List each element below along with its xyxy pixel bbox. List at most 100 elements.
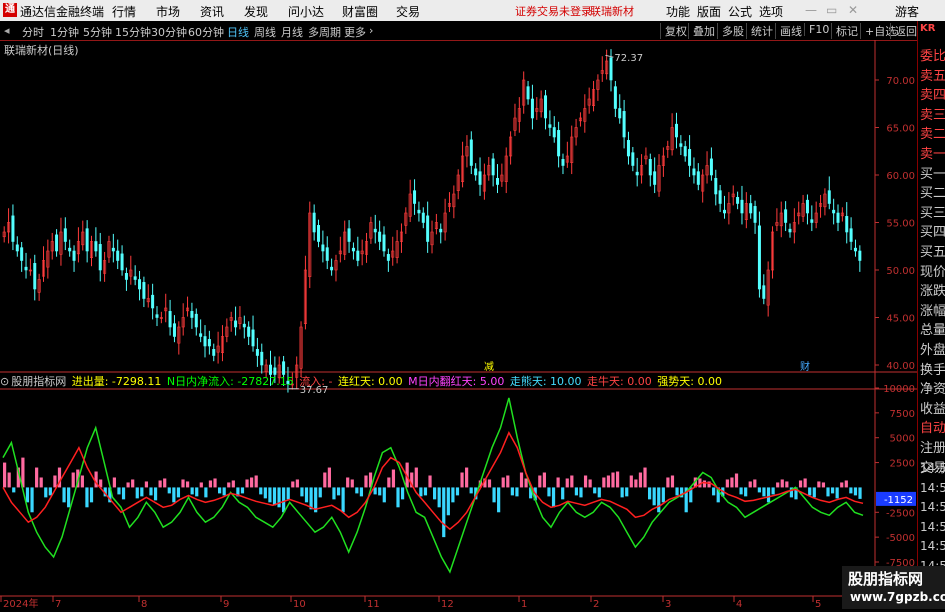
panel-item[interactable]: 自动 <box>920 417 945 436</box>
menu-banmian[interactable]: 版面 <box>697 3 721 20</box>
flow-bar <box>455 487 460 496</box>
period-multi[interactable]: 多周期 <box>308 24 341 40</box>
restore-icon[interactable]: ▭ <box>826 3 837 17</box>
panel-item[interactable]: 现价 <box>920 261 945 280</box>
flow-bar <box>204 487 208 498</box>
panel-item[interactable]: 注册 <box>920 437 945 456</box>
panel-item[interactable]: 换手 <box>920 359 945 378</box>
panel-item[interactable]: 涨跌 <box>920 280 945 299</box>
menu-xuanxiang[interactable]: 选项 <box>759 3 783 20</box>
period-1min[interactable]: 1分钟 <box>50 24 79 40</box>
flow-bar <box>400 487 405 500</box>
panel-item[interactable]: 卖三 <box>920 104 945 123</box>
panel-item[interactable]: 涨幅 <box>920 300 945 319</box>
flow-bar <box>414 467 418 488</box>
menu-faxian[interactable]: 发现 <box>244 3 268 20</box>
candle-body <box>526 86 530 100</box>
candle-body <box>85 228 89 252</box>
panel-item[interactable]: 买二 <box>920 182 945 201</box>
flow-bar <box>240 487 245 494</box>
flow-bar <box>487 479 492 488</box>
btn-back[interactable]: 返回 <box>890 23 917 39</box>
event-marker-jian[interactable]: 减 <box>484 361 494 373</box>
flow-bar <box>53 475 57 488</box>
chevron-right-icon[interactable]: › <box>369 24 373 37</box>
candle-body <box>557 130 561 157</box>
panel-item[interactable]: 委比 <box>920 45 945 64</box>
indicator-name[interactable]: 股朋指标网 <box>11 375 66 388</box>
btn-duogu[interactable]: 多股 <box>717 23 744 39</box>
candle-body <box>194 313 198 328</box>
flow-bar <box>780 479 784 488</box>
menu-caifuquan[interactable]: 财富圈 <box>342 3 378 20</box>
panel-item: 14:56 <box>920 519 945 534</box>
flow-bar <box>551 487 556 508</box>
period-more[interactable]: 更多 <box>344 24 366 40</box>
indicator-tick-label: 7500 <box>890 409 915 420</box>
flow-bar <box>355 487 359 494</box>
flow-bar <box>300 487 304 497</box>
flow-bar <box>849 487 853 494</box>
indicator-dropdown-icon[interactable]: ⊙ <box>0 375 9 388</box>
flow-bar <box>341 487 345 513</box>
indicator-current-value: -1152 <box>884 495 913 506</box>
period-5min[interactable]: 5分钟 <box>83 24 112 40</box>
panel-item[interactable]: 买四 <box>920 221 945 240</box>
back-arrow-icon[interactable]: ◂ <box>4 24 10 37</box>
menu-gongshi[interactable]: 公式 <box>728 3 752 20</box>
user-guest[interactable]: 游客 <box>895 3 919 20</box>
menu-gongneng[interactable]: 功能 <box>666 3 690 20</box>
menu-hangqing[interactable]: 行情 <box>112 3 136 20</box>
flow-bar <box>446 487 450 516</box>
period-daily[interactable]: 日线 <box>227 24 249 40</box>
candle-body <box>648 159 652 176</box>
close-icon[interactable]: ✕ <box>848 3 858 17</box>
menu-shichang[interactable]: 市场 <box>156 3 180 20</box>
event-marker-cai[interactable]: 财 <box>800 360 810 373</box>
flow-bar <box>437 487 441 508</box>
menu-wenxiaoda[interactable]: 问小达 <box>288 3 324 20</box>
period-weekly[interactable]: 周线 <box>254 24 276 40</box>
candle-body <box>24 266 28 271</box>
price-tick-label: 70.00 <box>886 76 915 87</box>
panel-item[interactable]: 买五 <box>920 241 945 260</box>
flow-bar <box>282 487 286 513</box>
indicator-header: ⊙ 股朋指标网 进出量: -7298.11 N日内净流入: -27827.15 流… <box>0 373 875 388</box>
panel-item[interactable]: 卖五 <box>920 65 945 84</box>
period-15min[interactable]: 15分钟 <box>115 24 151 40</box>
panel-item[interactable]: 卖二 <box>920 123 945 142</box>
panel-item[interactable]: 收益 <box>920 398 945 417</box>
flow-bar <box>542 472 546 488</box>
candle-body <box>674 123 678 138</box>
flow-bar <box>524 478 528 488</box>
period-fenshi[interactable]: 分时 <box>22 24 44 40</box>
panel-item[interactable]: 净资 <box>920 378 945 397</box>
btn-huaxian[interactable]: 画线 <box>775 23 802 39</box>
panel-item[interactable]: 卖四 <box>920 84 945 103</box>
panel-item[interactable]: 外盘 <box>920 339 945 358</box>
flow-bar <box>382 487 386 503</box>
menu-jiaoyi[interactable]: 交易 <box>396 3 420 20</box>
panel-item[interactable]: 买三 <box>920 202 945 221</box>
flow-bar <box>556 477 560 488</box>
btn-fuquan[interactable]: 复权 <box>660 23 687 39</box>
kline-chart[interactable]: 72.3737.67减财 70.0065.0060.0055.0050.0045… <box>0 40 917 609</box>
trade-login-notice[interactable]: 证券交易未登录 <box>515 3 592 19</box>
minimize-icon[interactable]: — <box>805 3 817 17</box>
period-60min[interactable]: 60分钟 <box>188 24 224 40</box>
flow-bar <box>112 477 116 488</box>
menu-zixun[interactable]: 资讯 <box>200 3 224 20</box>
period-monthly[interactable]: 月线 <box>281 24 303 40</box>
panel-item[interactable]: 总量 <box>920 319 945 338</box>
btn-diejia[interactable]: 叠加 <box>688 23 715 39</box>
flow-bar <box>748 481 752 488</box>
panel-item[interactable]: 买一 <box>920 163 945 182</box>
candle-body <box>116 250 120 261</box>
btn-f10[interactable]: F10 <box>804 23 829 36</box>
period-30min[interactable]: 30分钟 <box>151 24 187 40</box>
panel-item[interactable]: 卖一 <box>920 143 945 162</box>
flow-bar <box>309 487 313 510</box>
flow-bar <box>378 487 382 496</box>
btn-tongji[interactable]: 统计 <box>746 23 773 39</box>
btn-biaoji[interactable]: 标记 <box>831 23 858 39</box>
